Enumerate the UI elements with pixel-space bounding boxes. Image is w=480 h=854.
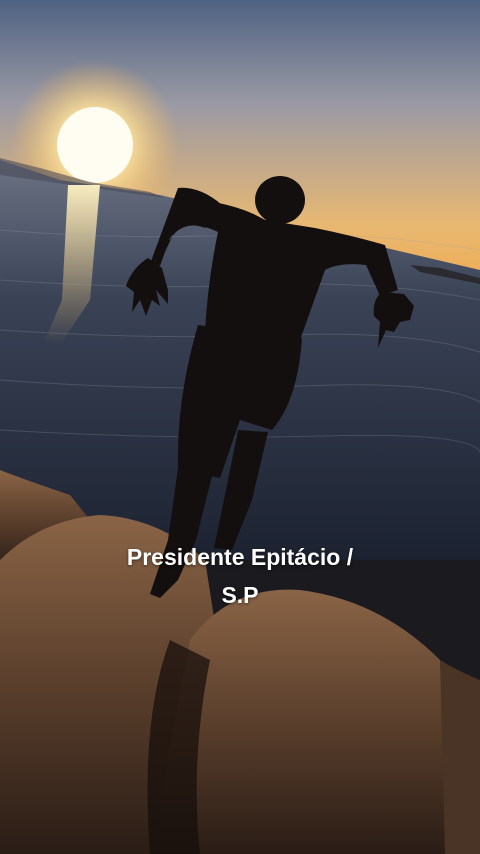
caption-line-2: S.P — [221, 582, 259, 608]
photo-scene: Presidente Epitácio / S.P — [0, 0, 480, 854]
photo-background — [0, 0, 480, 854]
caption-line-1: Presidente Epitácio / — [126, 544, 354, 570]
location-caption: Presidente Epitácio / S.P — [40, 538, 440, 614]
sun — [57, 107, 133, 183]
